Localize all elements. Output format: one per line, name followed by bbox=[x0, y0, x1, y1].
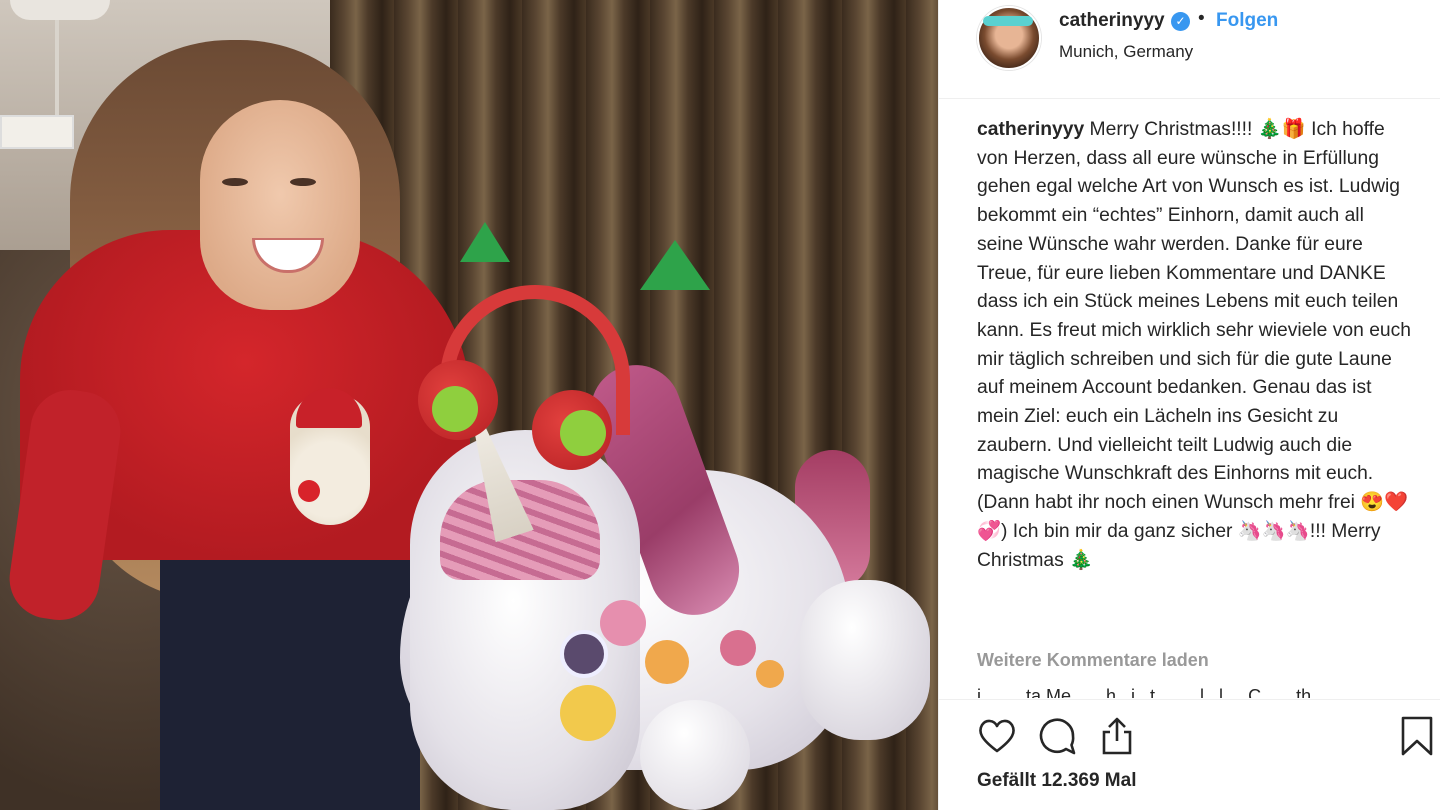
flower-decoration bbox=[600, 600, 646, 646]
avatar-headband bbox=[983, 16, 1033, 26]
unicorn-eye bbox=[560, 630, 608, 678]
heart-icon[interactable] bbox=[975, 714, 1019, 758]
lamp bbox=[10, 0, 110, 20]
unicorn-balloon-hoof bbox=[640, 700, 750, 810]
location-link[interactable]: Munich, Germany bbox=[1059, 42, 1193, 62]
earmuff-left-inner bbox=[432, 386, 478, 432]
share-icon[interactable] bbox=[1095, 714, 1139, 758]
earmuff-right-inner bbox=[560, 410, 606, 456]
post-photo[interactable] bbox=[0, 0, 938, 810]
post-caption: catherinyyy Merry Christmas!!!! 🎄🎁 Ich h… bbox=[977, 116, 1415, 575]
likes-count[interactable]: Gefällt 12.369 Mal bbox=[977, 770, 1136, 792]
lightbox-sign bbox=[0, 115, 74, 149]
post-side-panel: catherinyyy ✓ • Folgen Munich, Germany c… bbox=[938, 0, 1440, 810]
woman-eye-left bbox=[222, 178, 248, 186]
bookmark-icon[interactable] bbox=[1395, 714, 1439, 758]
flower-decoration bbox=[756, 660, 784, 688]
post-header: catherinyyy ✓ • Folgen Munich, Germany bbox=[939, 0, 1440, 99]
flower-decoration bbox=[560, 685, 616, 741]
woman-jeans bbox=[160, 540, 420, 810]
instagram-post: catherinyyy ✓ • Folgen Munich, Germany c… bbox=[0, 0, 1440, 810]
unicorn-balloon-leg bbox=[800, 580, 930, 740]
username-link[interactable]: catherinyyy bbox=[1059, 10, 1165, 32]
woman-face bbox=[200, 100, 360, 310]
load-more-comments-button[interactable]: Weitere Kommentare laden bbox=[977, 650, 1209, 671]
flower-decoration bbox=[720, 630, 756, 666]
partial-comment: i . . . . ta Me . . . h . i . t . . . . … bbox=[977, 686, 1312, 698]
woman-eye-right bbox=[290, 178, 316, 186]
lamp-stem bbox=[55, 20, 59, 130]
caption-text: Merry Christmas!!!! 🎄🎁 Ich hoffe von Her… bbox=[977, 119, 1412, 571]
verified-badge-icon: ✓ bbox=[1171, 12, 1190, 31]
comment-icon[interactable] bbox=[1035, 714, 1079, 758]
flower-decoration bbox=[645, 640, 689, 684]
follow-button[interactable]: Folgen bbox=[1216, 10, 1278, 32]
santa-nose bbox=[298, 480, 320, 502]
caption-username[interactable]: catherinyyy bbox=[977, 119, 1084, 140]
post-actions: Gefällt 12.369 Mal bbox=[939, 699, 1440, 811]
separator-dot: • bbox=[1198, 8, 1205, 29]
